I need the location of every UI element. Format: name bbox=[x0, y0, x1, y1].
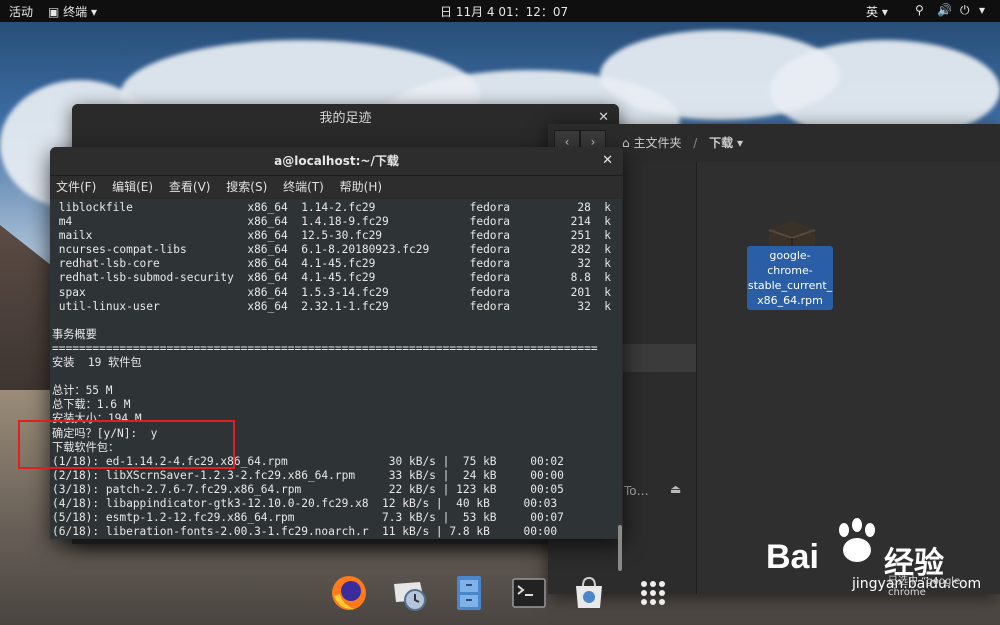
terminal-output[interactable]: liblockfile x86_64 1.14-2.fc29 fedora 28… bbox=[50, 199, 616, 539]
mail-icon[interactable] bbox=[390, 574, 428, 612]
clock[interactable]: 日 11月 4 01：12：07 bbox=[440, 3, 568, 20]
chevron-down-icon[interactable]: ▾ bbox=[737, 136, 743, 150]
chevron-down-icon[interactable]: ▾ bbox=[979, 3, 985, 17]
input-method[interactable]: 英 ▾ bbox=[866, 3, 888, 20]
file-name[interactable]: google-chrome- stable_current_ x86_64.rp… bbox=[747, 246, 833, 310]
files-icon[interactable] bbox=[450, 574, 488, 612]
scroll-thumb[interactable] bbox=[618, 525, 622, 571]
terminal-scrollbar[interactable] bbox=[616, 199, 622, 571]
top-bar: 活动 ▣ 终端 ▾ 日 11月 4 01：12：07 英 ▾ ⚲ 🔊 ⏻ ▾ bbox=[0, 0, 1000, 22]
dock bbox=[318, 566, 688, 625]
software-icon[interactable] bbox=[570, 574, 608, 612]
terminal-menubar: 文件(F) 编辑(E) 查看(V) 搜索(S) 终端(T) 帮助(H) bbox=[50, 176, 623, 198]
terminal-small-icon: ▣ bbox=[48, 5, 60, 19]
window-title: 我的足迹 bbox=[72, 104, 619, 134]
terminal-window[interactable]: a@localhost:~/下载 ✕ 文件(F) 编辑(E) 查看(V) 搜索(… bbox=[50, 147, 623, 571]
activities-button[interactable]: 活动 bbox=[9, 3, 33, 20]
app-menu-label: 终端 bbox=[63, 5, 88, 19]
menu-search[interactable]: 搜索(S) bbox=[226, 180, 267, 194]
chevron-down-icon: ▾ bbox=[91, 5, 98, 19]
network-icon[interactable]: ⚲ bbox=[915, 3, 924, 17]
sidebar-item-label[interactable]: To… bbox=[624, 484, 649, 498]
files-status: 已选中 “google-chrome bbox=[888, 576, 964, 598]
app-menu[interactable]: ▣ 终端 ▾ bbox=[48, 3, 97, 20]
close-icon[interactable]: ✕ bbox=[602, 153, 613, 168]
menu-terminal[interactable]: 终端(T) bbox=[283, 180, 324, 194]
firefox-icon[interactable] bbox=[330, 574, 368, 612]
menu-file[interactable]: 文件(F) bbox=[56, 180, 96, 194]
app-grid-icon[interactable] bbox=[634, 574, 672, 612]
power-icon[interactable]: ⏻ bbox=[960, 3, 970, 18]
input-method-label: 英 bbox=[866, 5, 879, 19]
menu-help[interactable]: 帮助(H) bbox=[340, 180, 382, 194]
highlight-box bbox=[18, 420, 235, 469]
watermark-brand: Bai bbox=[766, 538, 819, 576]
terminal-icon[interactable] bbox=[510, 574, 548, 612]
eject-icon[interactable]: ⏏ bbox=[670, 482, 681, 496]
chevron-down-icon: ▾ bbox=[881, 5, 888, 19]
breadcrumb: ⌂ 主文件夹 / 下载 ▾ bbox=[622, 136, 744, 150]
close-icon[interactable]: ✕ bbox=[598, 110, 609, 125]
breadcrumb-current[interactable]: 下载 bbox=[709, 136, 733, 150]
breadcrumb-home[interactable]: 主文件夹 bbox=[633, 136, 681, 150]
home-icon: ⌂ bbox=[622, 136, 630, 150]
paw-icon bbox=[834, 518, 880, 574]
terminal-text: liblockfile x86_64 1.14-2.fc29 fedora 28… bbox=[52, 201, 612, 539]
menu-view[interactable]: 查看(V) bbox=[169, 180, 211, 194]
volume-icon[interactable]: 🔊 bbox=[937, 3, 952, 17]
terminal-title: a@localhost:~/下载 bbox=[50, 147, 623, 176]
menu-edit[interactable]: 编辑(E) bbox=[112, 180, 153, 194]
